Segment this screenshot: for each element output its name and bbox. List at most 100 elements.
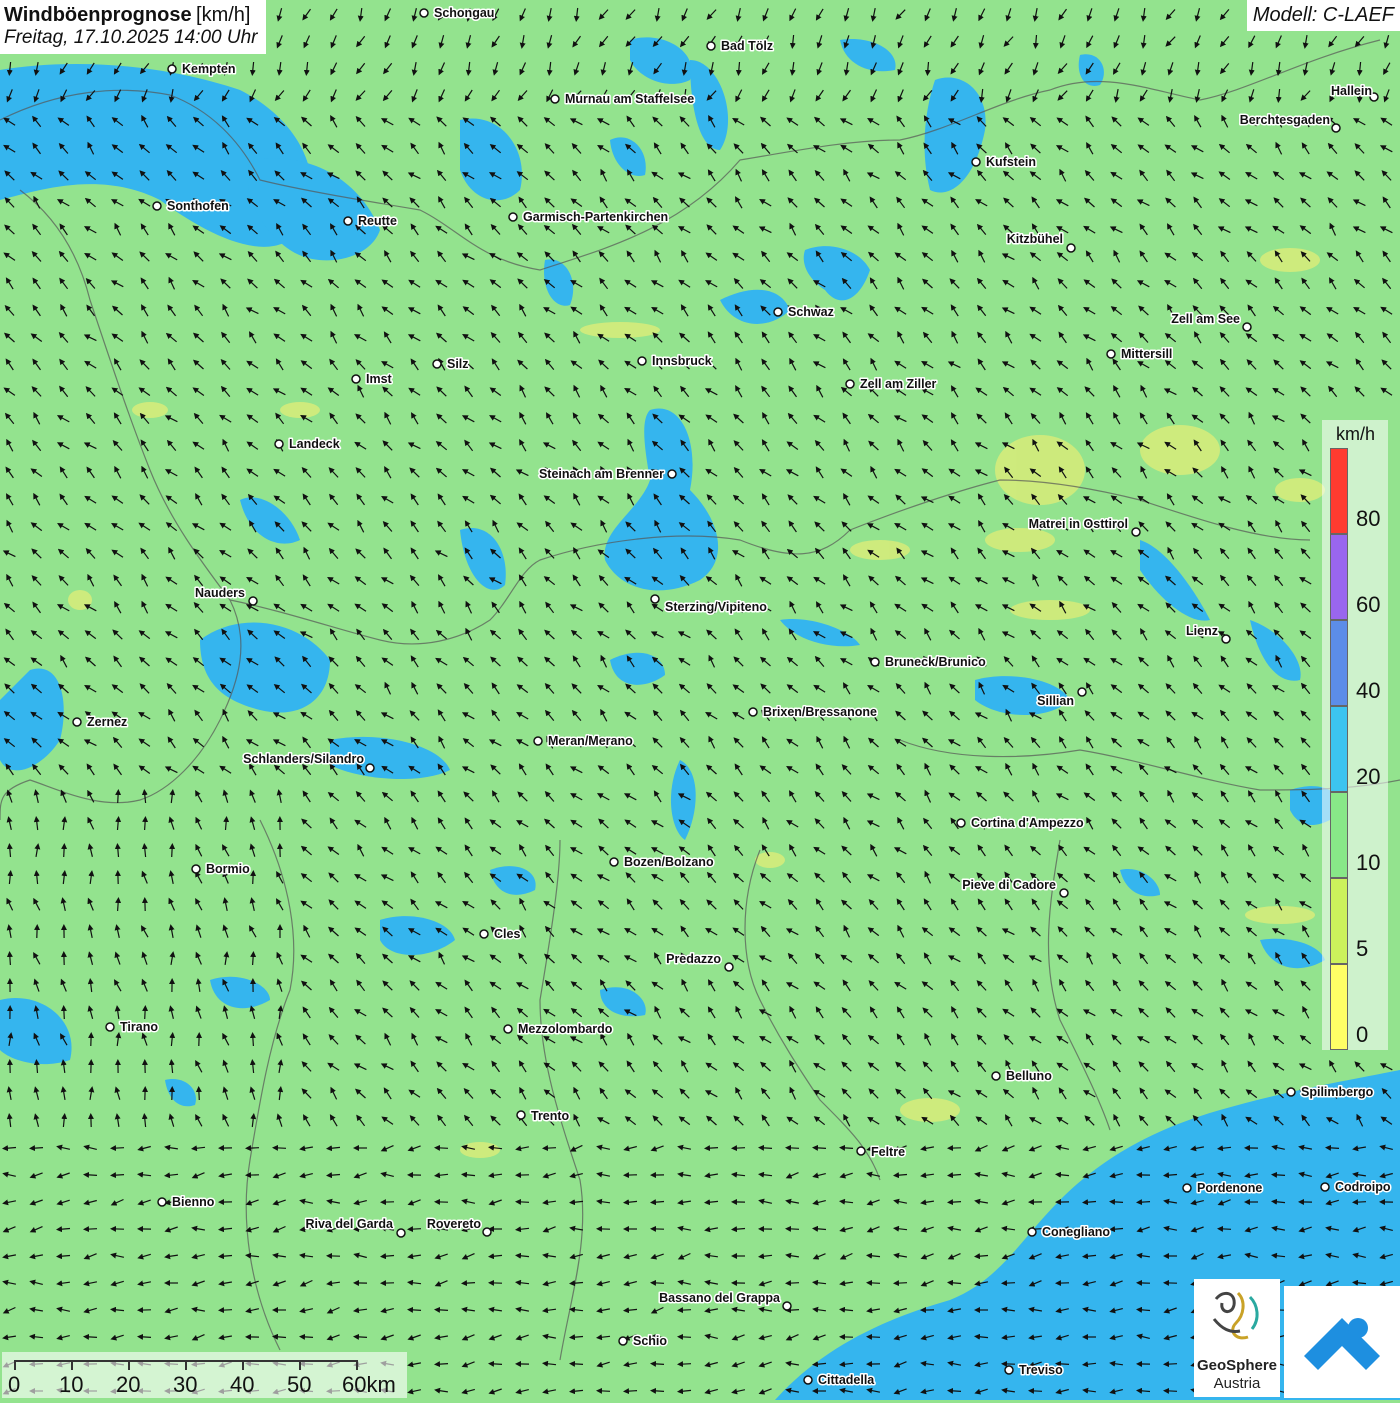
legend-label-80: 80 xyxy=(1356,506,1380,532)
wind-gust-map[interactable]: SchongauBad TölzKemptenHalleinMurnau am … xyxy=(0,0,1400,1400)
wind-arrow xyxy=(571,1364,583,1365)
city-marker[interactable]: Meran/Merano xyxy=(534,734,633,748)
wind-arrow xyxy=(1138,1202,1150,1203)
city-label: Treviso xyxy=(1019,1363,1063,1377)
city-dot xyxy=(957,819,965,827)
city-dot xyxy=(366,764,374,772)
wind-arrow xyxy=(679,1337,691,1338)
city-label: Cittadella xyxy=(818,1373,875,1387)
city-label: Kitzbühel xyxy=(1007,232,1063,246)
city-label: Belluno xyxy=(1006,1069,1052,1083)
city-dot xyxy=(992,1072,1000,1080)
city-dot xyxy=(352,375,360,383)
city-label: Lienz xyxy=(1186,624,1218,638)
city-label: Sillian xyxy=(1037,694,1074,708)
city-dot xyxy=(707,42,715,50)
city-dot xyxy=(871,658,879,666)
city-dot xyxy=(1107,350,1115,358)
scale-label-0: 0 xyxy=(8,1372,20,1398)
wind-arrow xyxy=(949,1391,961,1392)
city-dot xyxy=(192,865,200,873)
city-dot xyxy=(1222,635,1230,643)
legend-segment xyxy=(1330,878,1348,964)
city-label: Steinach am Brenner xyxy=(539,467,664,481)
city-dot xyxy=(774,308,782,316)
city-label: Innsbruck xyxy=(652,354,712,368)
wind-arrow xyxy=(436,1364,448,1365)
city-label: Schlanders/Silandro xyxy=(243,752,364,766)
city-dot xyxy=(1078,688,1086,696)
city-marker[interactable]: Brixen/Bressanone xyxy=(749,705,877,719)
wind-arrow xyxy=(64,845,65,857)
city-dot xyxy=(551,95,559,103)
city-dot xyxy=(846,380,854,388)
city-dot xyxy=(619,1337,627,1345)
wind-arrow xyxy=(253,1034,254,1046)
city-label: Schwaz xyxy=(788,305,834,319)
forecast-datetime: Freitag, 17.10.2025 14:00 Uhr xyxy=(4,27,258,50)
wind-arrow xyxy=(145,1007,146,1019)
wind-arrow xyxy=(1165,1391,1177,1392)
scale-label-60km: 60km xyxy=(342,1372,396,1398)
geosphere-logo[interactable]: GeoSphere Austria xyxy=(1194,1279,1280,1397)
city-dot xyxy=(610,858,618,866)
city-dot xyxy=(534,737,542,745)
model-label: Modell: C-LAEF xyxy=(1247,0,1400,31)
wind-arrow xyxy=(1111,1202,1123,1203)
wind-arrow xyxy=(409,1229,421,1230)
scale-bar: 0 10 20 30 40 50 60km xyxy=(2,1352,407,1398)
city-marker[interactable]: Bruneck/Brunico xyxy=(871,655,986,669)
city-dot xyxy=(344,217,352,225)
legend-bar xyxy=(1330,448,1348,1050)
wind-arrow xyxy=(652,1391,664,1392)
city-dot xyxy=(1060,889,1068,897)
city-marker[interactable]: Murnau am Staffelsee xyxy=(551,92,694,106)
scale-tick xyxy=(356,1360,358,1370)
city-label: Garmisch-Partenkirchen xyxy=(523,210,668,224)
wind-arrow xyxy=(274,1148,286,1149)
app-arrow-icon xyxy=(1284,1286,1400,1398)
wind-arrow xyxy=(598,1391,610,1392)
city-marker[interactable]: Bozen/Bolzano xyxy=(610,855,714,869)
city-label: Reutte xyxy=(358,214,397,228)
legend-label-5: 5 xyxy=(1356,936,1368,962)
city-label: Nauders xyxy=(195,586,245,600)
city-marker[interactable]: Mezzolombardo xyxy=(504,1022,613,1036)
city-label: Imst xyxy=(366,372,393,386)
wind-arrow xyxy=(118,791,119,803)
city-marker[interactable]: Cortina d'Ampezzo xyxy=(957,816,1084,830)
scale-tick xyxy=(299,1360,301,1370)
wind-arrow xyxy=(814,1148,826,1149)
city-label: Zell am See xyxy=(1171,312,1240,326)
legend-unit: km/h xyxy=(1336,424,1375,445)
wind-arrow xyxy=(787,1283,799,1284)
wind-arrow xyxy=(112,1175,124,1176)
wind-arrow xyxy=(517,1202,529,1203)
wind-arrow xyxy=(112,1148,124,1149)
city-dot xyxy=(397,1229,405,1237)
city-marker[interactable]: Zell am Ziller xyxy=(846,377,937,391)
city-marker[interactable]: Steinach am Brenner xyxy=(539,467,676,481)
weather-app-logo[interactable] xyxy=(1284,1286,1400,1398)
city-label: Predazzo xyxy=(666,952,721,966)
city-label: Meran/Merano xyxy=(548,734,633,748)
wind-arrow xyxy=(625,1391,637,1392)
city-label: Zernez xyxy=(87,715,127,729)
wind-arrow xyxy=(1219,1229,1231,1230)
wind-arrow xyxy=(10,953,11,965)
wind-arrow xyxy=(1165,1364,1177,1365)
legend-label-10: 10 xyxy=(1356,850,1380,876)
city-dot xyxy=(1132,528,1140,536)
city-label: Zell am Ziller xyxy=(860,377,937,391)
legend-label-0: 0 xyxy=(1356,1022,1368,1048)
city-label: Cortina d'Ampezzo xyxy=(971,816,1084,830)
city-marker[interactable]: Garmisch-Partenkirchen xyxy=(509,210,668,224)
city-dot xyxy=(1183,1184,1191,1192)
city-dot xyxy=(509,213,517,221)
map-title-unit: [km/h] xyxy=(196,4,250,26)
wind-arrow xyxy=(85,1337,97,1338)
city-dot xyxy=(504,1025,512,1033)
wind-arrow xyxy=(895,1283,907,1284)
wind-arrow xyxy=(172,845,173,857)
city-dot xyxy=(857,1147,865,1155)
